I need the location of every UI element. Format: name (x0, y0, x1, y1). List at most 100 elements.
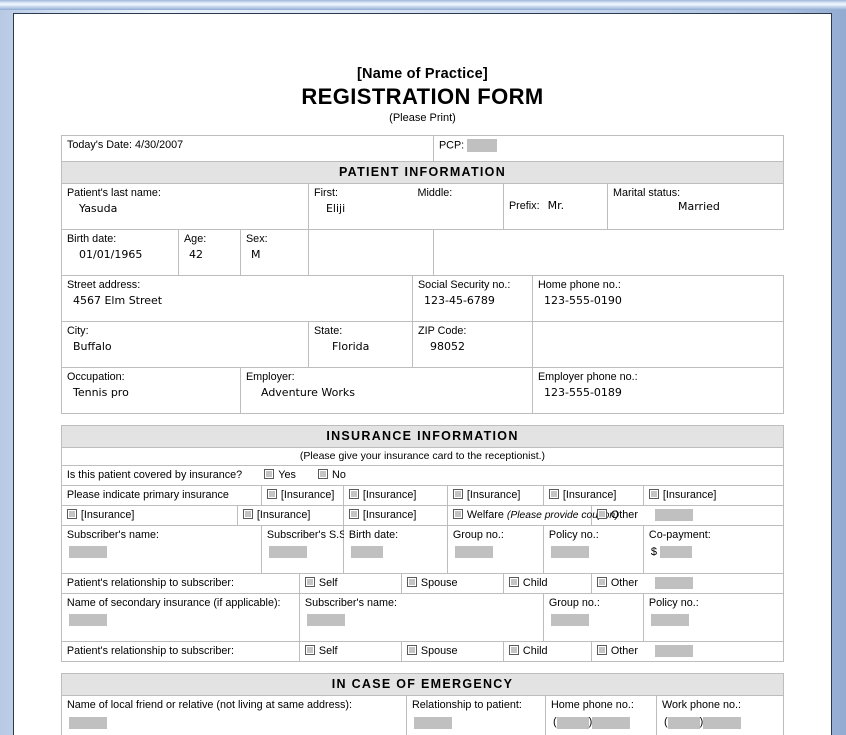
birth-date-cell[interactable]: Birth date: 01/01/1965 (60, 229, 179, 276)
checkbox-icon[interactable] (596, 577, 607, 588)
subscriber-ssn-input[interactable] (268, 546, 307, 559)
emergency-work-phone-cell[interactable]: Work phone no.: () (655, 695, 785, 735)
street-address-cell[interactable]: Street address: 4567 Elm Street (60, 275, 413, 322)
covered-no-option[interactable]: No (318, 469, 346, 481)
insurance-birth-date-cell[interactable]: Birth date: (342, 525, 448, 575)
copayment-cell[interactable]: Co-payment: $ (642, 525, 785, 575)
secondary-subscriber-cell[interactable]: Subscriber's name: (298, 593, 544, 643)
checkbox-icon[interactable] (596, 645, 607, 656)
pcp-input[interactable] (467, 139, 498, 152)
birth-age-sex-row: Birth date: 01/01/1965 Age: 42 Sex: M (60, 229, 784, 276)
relationship-other-label: Other (610, 577, 638, 590)
checkbox-icon[interactable] (508, 645, 519, 656)
subscriber-name-input[interactable] (68, 546, 107, 559)
first-name-cell[interactable]: First: Eliji (308, 183, 413, 230)
relationship-spouse-1[interactable]: Spouse (400, 573, 504, 595)
relationship-spouse-2[interactable]: Spouse (400, 641, 504, 663)
checkbox-icon[interactable] (406, 645, 417, 656)
subscriber-ssn-cell[interactable]: Subscriber's S.S. no.: (260, 525, 370, 575)
insurance-birth-date-input[interactable] (350, 546, 383, 559)
checkbox-icon[interactable] (648, 489, 659, 499)
policy-no-cell[interactable]: Policy no.: (542, 525, 644, 575)
secondary-subscriber-input[interactable] (306, 614, 345, 627)
employer-phone-cell[interactable]: Employer phone no.: 123-555-0189 (531, 367, 785, 414)
emergency-relationship-cell[interactable]: Relationship to patient: (405, 695, 546, 735)
employer-cell[interactable]: Employer: Adventure Works (239, 367, 533, 414)
practice-name: [Name of Practice] (357, 66, 488, 82)
insurance-option-2[interactable]: [Insurance] (342, 485, 448, 506)
middle-name-cell[interactable]: Middle: (412, 183, 504, 230)
emergency-header: IN CASE OF EMERGENCY (60, 673, 785, 697)
checkbox-icon[interactable] (242, 509, 253, 519)
ssn-cell[interactable]: Social Security no.: 123-45-6789 (411, 275, 533, 322)
secondary-policy-cell[interactable]: Policy no.: (642, 593, 785, 643)
occupation-label: Occupation: (66, 371, 125, 383)
zip-cell[interactable]: ZIP Code: 98052 (411, 321, 533, 368)
relationship-other-input[interactable] (654, 645, 693, 658)
checkbox-icon[interactable] (66, 509, 77, 519)
insurance-option-8[interactable]: [Insurance] (342, 504, 448, 527)
insurance-option-1[interactable]: [Insurance] (260, 485, 344, 506)
emergency-home-number-input[interactable] (592, 716, 631, 729)
age-cell[interactable]: Age: 42 (177, 229, 241, 276)
checkbox-icon[interactable] (406, 577, 417, 588)
home-phone-cell[interactable]: Home phone no.: 123-555-0190 (531, 275, 785, 322)
covered-yes-option[interactable]: Yes (264, 469, 296, 481)
other-insurance-option[interactable]: Other (590, 504, 785, 527)
relationship-self-2[interactable]: Self (298, 641, 402, 663)
relationship-child-2[interactable]: Child (502, 641, 592, 663)
emergency-contact-input[interactable] (68, 716, 107, 729)
checkbox-icon[interactable] (304, 577, 315, 588)
checkbox-icon[interactable] (508, 577, 519, 588)
prefix-cell[interactable]: Prefix: Mr. (502, 183, 608, 230)
emergency-work-number-input[interactable] (703, 716, 742, 729)
marital-status-cell[interactable]: Marital status: Married (606, 183, 785, 230)
policy-no-label: Policy no.: (548, 529, 599, 542)
emergency-work-area-input[interactable] (667, 716, 700, 729)
checkbox-icon[interactable] (266, 489, 277, 499)
city-cell[interactable]: City: Buffalo (60, 321, 309, 368)
policy-no-input[interactable] (550, 546, 589, 559)
primary-insurance-row-1: Please indicate primary insurance [Insur… (60, 485, 785, 506)
subscriber-name-cell[interactable]: Subscriber's name: (60, 525, 262, 575)
emergency-relationship-label: Relationship to patient: (411, 699, 522, 712)
pcp-cell[interactable]: PCP: (432, 135, 785, 162)
secondary-policy-input[interactable] (650, 614, 689, 627)
relationship-other-1[interactable]: Other (590, 573, 785, 595)
group-no-input[interactable] (454, 546, 493, 559)
secondary-insurance-input[interactable] (68, 614, 107, 627)
insurance-option-5[interactable]: [Insurance] (642, 485, 785, 506)
checkbox-icon[interactable] (304, 645, 315, 656)
checkbox-icon[interactable] (348, 489, 359, 499)
checkbox-icon[interactable] (452, 489, 463, 499)
secondary-group-cell[interactable]: Group no.: (542, 593, 644, 643)
occupation-cell[interactable]: Occupation: Tennis pro (60, 367, 241, 414)
checkbox-icon[interactable] (452, 509, 463, 519)
checkbox-icon[interactable] (264, 469, 275, 479)
relationship-other-2[interactable]: Other (590, 641, 785, 663)
emergency-home-area-input[interactable] (556, 716, 589, 729)
relationship-other-input[interactable] (654, 577, 693, 590)
emergency-contact-cell[interactable]: Name of local friend or relative (not li… (60, 695, 407, 735)
insurance-option-7[interactable]: [Insurance] (236, 504, 344, 527)
insurance-option-4[interactable]: [Insurance] (542, 485, 644, 506)
checkbox-icon[interactable] (318, 469, 329, 479)
emergency-home-phone-cell[interactable]: Home phone no.: () (544, 695, 657, 735)
relationship-child-1[interactable]: Child (502, 573, 592, 595)
checkbox-icon[interactable] (596, 509, 607, 519)
group-no-cell[interactable]: Group no.: (446, 525, 544, 575)
welfare-option[interactable]: Welfare (Please provide coupon) (446, 504, 619, 527)
secondary-group-input[interactable] (550, 614, 589, 627)
checkbox-icon[interactable] (348, 509, 359, 519)
insurance-option-3[interactable]: [Insurance] (446, 485, 544, 506)
other-insurance-input[interactable] (654, 509, 693, 522)
checkbox-icon[interactable] (548, 489, 559, 499)
sex-cell[interactable]: Sex: M (239, 229, 309, 276)
copayment-input[interactable] (660, 546, 693, 559)
last-name-cell[interactable]: Patient's last name: Yasuda (60, 183, 309, 230)
emergency-relationship-input[interactable] (413, 716, 452, 729)
secondary-insurance-cell[interactable]: Name of secondary insurance (if applicab… (60, 593, 300, 643)
state-cell[interactable]: State: Florida (307, 321, 413, 368)
relationship-self-1[interactable]: Self (298, 573, 402, 595)
insurance-option-6[interactable]: [Insurance] (60, 504, 238, 527)
